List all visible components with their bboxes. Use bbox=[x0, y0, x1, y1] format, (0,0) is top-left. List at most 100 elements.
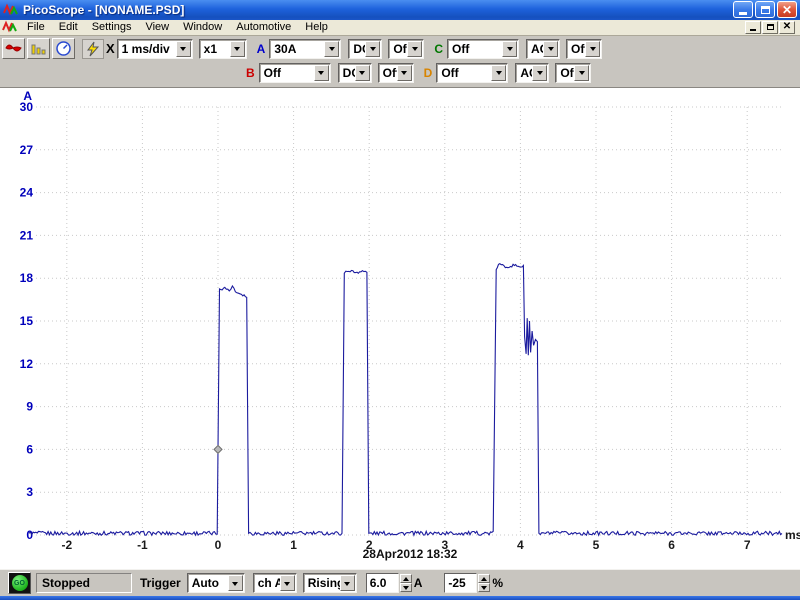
meter-view-button[interactable] bbox=[52, 38, 75, 60]
spectrum-bars-icon bbox=[31, 44, 46, 55]
svg-text:1: 1 bbox=[290, 538, 297, 552]
svg-text:4: 4 bbox=[517, 538, 524, 552]
close-icon: ✕ bbox=[781, 2, 793, 17]
svg-text:6: 6 bbox=[26, 442, 33, 456]
meter-gauge-icon bbox=[56, 41, 71, 57]
timebase-select[interactable]: 1 ms/div bbox=[116, 38, 193, 59]
channel-b-range-select[interactable]: Off bbox=[258, 62, 331, 83]
window-title: PicoScope - [NONAME.PSD] bbox=[23, 2, 185, 17]
svg-text:6: 6 bbox=[668, 538, 675, 552]
trigger-marker-diamond[interactable] bbox=[213, 444, 223, 454]
restore-button[interactable] bbox=[755, 1, 775, 19]
channel-a-option-select[interactable]: Off bbox=[388, 38, 425, 59]
chevron-down-icon[interactable] bbox=[229, 40, 245, 57]
trigger-level-input[interactable]: 6.0 bbox=[365, 573, 399, 594]
picoscope-app-icon bbox=[3, 3, 19, 17]
svg-text:15: 15 bbox=[20, 314, 34, 328]
mdi-minimize-button[interactable] bbox=[745, 20, 761, 34]
spin-down-button[interactable] bbox=[478, 583, 491, 593]
menu-view[interactable]: View bbox=[138, 19, 176, 35]
chevron-down-icon[interactable] bbox=[313, 64, 329, 81]
spin-down-button[interactable] bbox=[399, 583, 412, 593]
x-axis-label: X bbox=[106, 41, 115, 57]
chevron-down-icon[interactable] bbox=[354, 64, 370, 81]
spin-up-button[interactable] bbox=[478, 574, 491, 584]
go-icon: GO bbox=[11, 575, 28, 592]
chevron-down-icon[interactable] bbox=[543, 40, 559, 57]
chevron-down-icon[interactable] bbox=[585, 40, 601, 57]
svg-text:-1: -1 bbox=[137, 538, 148, 552]
scope-view-button[interactable] bbox=[2, 38, 25, 60]
svg-text:ms: ms bbox=[785, 528, 800, 542]
channel-c-range-select[interactable]: Off bbox=[447, 38, 520, 59]
svg-text:24: 24 bbox=[20, 185, 34, 199]
menu-file[interactable]: File bbox=[20, 19, 52, 35]
document-icon[interactable] bbox=[2, 20, 18, 34]
channel-c-option-select[interactable]: Off bbox=[566, 38, 603, 59]
spin-up-button[interactable] bbox=[399, 574, 412, 584]
capture-status: Stopped bbox=[36, 573, 132, 594]
channel-b-option-select[interactable]: Off bbox=[377, 62, 414, 83]
trigger-marker-button[interactable] bbox=[82, 38, 104, 59]
svg-text:12: 12 bbox=[20, 357, 34, 371]
trigger-label: Trigger bbox=[140, 576, 181, 591]
chevron-down-icon[interactable] bbox=[339, 575, 355, 592]
chevron-down-icon[interactable] bbox=[324, 40, 340, 57]
channel-d-coupling-select[interactable]: AC bbox=[515, 62, 550, 83]
svg-text:3: 3 bbox=[26, 485, 33, 499]
trigger-edge-select[interactable]: Rising bbox=[302, 573, 357, 594]
minimize-icon bbox=[739, 12, 747, 16]
menu-automotive[interactable]: Automotive bbox=[229, 19, 298, 35]
svg-text:30: 30 bbox=[20, 100, 34, 114]
window-bottom-border bbox=[0, 596, 800, 600]
multiplier-select[interactable]: x1 bbox=[198, 38, 247, 59]
channel-d-option-select[interactable]: Off bbox=[555, 62, 592, 83]
channel-d-label: D bbox=[423, 65, 433, 80]
channel-c-coupling-select[interactable]: AC bbox=[526, 38, 561, 59]
trigger-delay-input[interactable]: -25 bbox=[444, 573, 478, 594]
chevron-down-icon[interactable] bbox=[227, 575, 243, 592]
svg-text:9: 9 bbox=[26, 399, 33, 413]
chevron-down-icon[interactable] bbox=[407, 40, 423, 57]
trigger-delay-unit: % bbox=[492, 576, 504, 591]
chevron-down-icon[interactable] bbox=[279, 575, 295, 592]
trigger-level-spinner: 6.0 bbox=[365, 573, 412, 594]
chevron-down-icon[interactable] bbox=[365, 40, 381, 57]
mdi-close-button[interactable]: ✕ bbox=[779, 20, 795, 34]
menu-edit[interactable]: Edit bbox=[52, 19, 85, 35]
toolbar-row-2: B Off DC Off D Off AC Of bbox=[0, 62, 800, 84]
menubar: File Edit Settings View Window Automotiv… bbox=[0, 19, 800, 36]
channel-d-range-select[interactable]: Off bbox=[436, 62, 509, 83]
close-button[interactable]: ✕ bbox=[777, 1, 797, 19]
go-button[interactable]: GO bbox=[8, 572, 31, 595]
chevron-down-icon[interactable] bbox=[532, 64, 548, 81]
channel-a-coupling-select[interactable]: DC bbox=[348, 38, 383, 59]
trigger-delay-spinner: -25 bbox=[444, 573, 491, 594]
svg-text:28Apr2012 18:32: 28Apr2012 18:32 bbox=[363, 547, 458, 561]
chevron-down-icon[interactable] bbox=[491, 64, 507, 81]
trigger-channel-select[interactable]: ch A bbox=[252, 573, 297, 594]
chevron-down-icon[interactable] bbox=[175, 40, 191, 57]
picoscope-window: PicoScope - [NONAME.PSD] ✕ File Edit Set… bbox=[0, 0, 800, 600]
spectrum-view-button[interactable] bbox=[27, 38, 50, 60]
scope-waveform-icon bbox=[5, 44, 22, 52]
scope-plot: A302724211815129630-2 -1 0 1 2 3 4 5 6 7ms28Apr20… bbox=[20, 89, 800, 561]
menu-settings[interactable]: Settings bbox=[85, 19, 139, 35]
minimize-button[interactable] bbox=[733, 1, 753, 19]
trigger-level-unit: A bbox=[413, 576, 423, 591]
channel-b-coupling-select[interactable]: DC bbox=[337, 62, 372, 83]
channel-a-range-select[interactable]: 30A bbox=[269, 38, 342, 59]
menu-help[interactable]: Help bbox=[298, 19, 335, 35]
chevron-down-icon[interactable] bbox=[502, 40, 518, 57]
svg-text:18: 18 bbox=[20, 271, 34, 285]
toolbar: X 1 ms/div x1 A 30A DC Off C bbox=[0, 35, 800, 88]
toolbar-row-1: X 1 ms/div x1 A 30A DC Off C bbox=[0, 38, 800, 60]
chevron-down-icon[interactable] bbox=[396, 64, 412, 81]
menu-window[interactable]: Window bbox=[176, 19, 229, 35]
statusbar: GO Stopped Trigger Auto ch A Rising 6.0 … bbox=[0, 568, 800, 597]
svg-text:7: 7 bbox=[744, 538, 751, 552]
chevron-down-icon[interactable] bbox=[574, 64, 590, 81]
svg-text:5: 5 bbox=[593, 538, 600, 552]
mdi-restore-button[interactable] bbox=[762, 20, 778, 34]
trigger-mode-select[interactable]: Auto bbox=[186, 573, 245, 594]
